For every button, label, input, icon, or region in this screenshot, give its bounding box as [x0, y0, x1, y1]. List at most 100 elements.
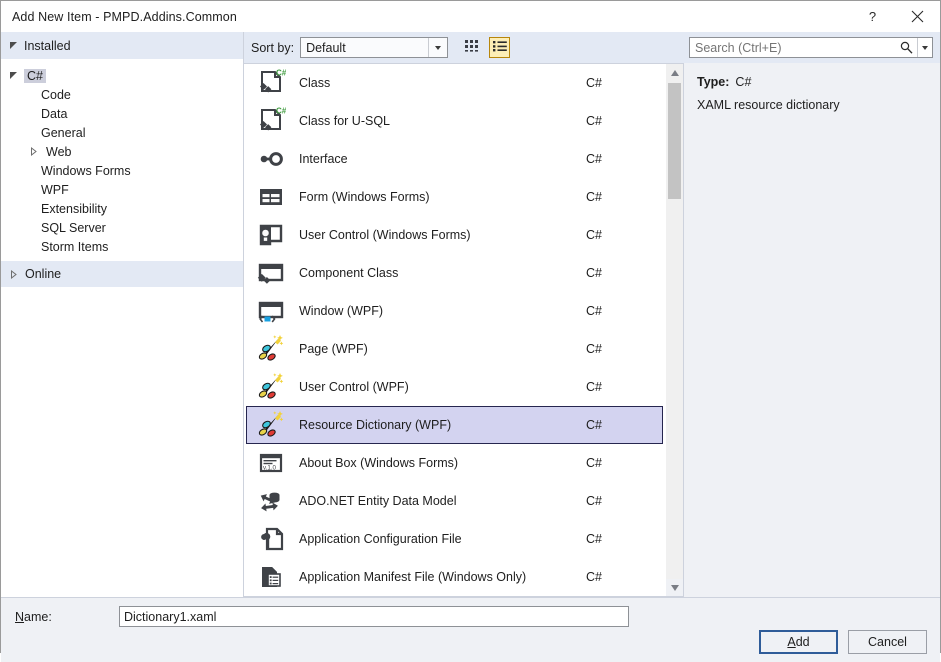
- template-list-item[interactable]: Form (Windows Forms) C#: [246, 178, 663, 216]
- add-label-accel: A: [787, 635, 796, 649]
- category-item-label: WPF: [41, 182, 69, 197]
- svg-text:C#: C#: [276, 69, 286, 78]
- category-item-windows-forms[interactable]: Windows Forms: [1, 161, 243, 180]
- chevron-down-icon[interactable]: [428, 38, 448, 57]
- dialog-body: Installed C# Code Data General Web Windows Fo…: [1, 32, 940, 597]
- templates-scrollbar[interactable]: [665, 64, 683, 596]
- category-item-web[interactable]: Web: [1, 142, 243, 161]
- template-list-item[interactable]: Application Manifest File (Windows Only)…: [246, 558, 663, 596]
- template-language: C#: [586, 570, 602, 584]
- category-item-data[interactable]: Data: [1, 104, 243, 123]
- template-name: User Control (WPF): [299, 380, 409, 394]
- chevron-right-icon[interactable]: [29, 147, 43, 156]
- online-group-wrap: Online: [1, 261, 243, 287]
- scrollbar-thumb[interactable]: [668, 83, 681, 199]
- category-item-general[interactable]: General: [1, 123, 243, 142]
- template-name: User Control (Windows Forms): [299, 228, 471, 242]
- name-label: Name:: [1, 610, 119, 624]
- wand-icon: [255, 333, 287, 365]
- template-language: C#: [586, 380, 602, 394]
- template-list-item[interactable]: Interface C#: [246, 140, 663, 178]
- help-button[interactable]: ?: [850, 1, 895, 32]
- config-file-icon: [255, 523, 287, 555]
- window-controls: ?: [850, 1, 940, 32]
- template-list-item[interactable]: User Control (Windows Forms) C#: [246, 216, 663, 254]
- search-input[interactable]: [690, 39, 895, 56]
- wand-icon: [255, 371, 287, 403]
- tile-view-button[interactable]: [462, 37, 483, 58]
- add-button[interactable]: Add: [759, 630, 838, 654]
- categories-pane: Installed C# Code Data General Web Windows Fo…: [1, 32, 244, 597]
- window-title: Add New Item - PMPD.Addins.Common: [12, 9, 237, 24]
- template-name: About Box (Windows Forms): [299, 456, 459, 470]
- template-list-item[interactable]: Component Class C#: [246, 254, 663, 292]
- category-item-label: Extensibility: [41, 201, 107, 216]
- chevron-down-icon: [9, 41, 24, 50]
- add-label-rest: dd: [795, 635, 810, 649]
- scroll-down-button[interactable]: [666, 579, 683, 596]
- list-view-icon: [492, 40, 507, 55]
- cancel-button[interactable]: Cancel: [848, 630, 927, 654]
- template-name: Class for U-SQL: [299, 114, 390, 128]
- about-box-icon: v.1.0: [255, 447, 287, 479]
- template-list-item[interactable]: v.1.0 About Box (Windows Forms) C#: [246, 444, 663, 482]
- category-item-sql-server[interactable]: SQL Server: [1, 218, 243, 237]
- name-input[interactable]: [119, 606, 629, 627]
- template-description: XAML resource dictionary: [697, 98, 840, 112]
- template-language: C#: [586, 266, 602, 280]
- template-list-item[interactable]: Window (WPF) C#: [246, 292, 663, 330]
- sort-by-value: Default: [306, 40, 346, 55]
- category-item-storm-items[interactable]: Storm Items: [1, 237, 243, 256]
- svg-text:v.1.0: v.1.0: [263, 465, 277, 472]
- scroll-up-button[interactable]: [666, 64, 683, 81]
- template-name: Class: [299, 76, 331, 90]
- form-icon: [255, 181, 287, 213]
- close-icon: [911, 10, 924, 23]
- chevron-down-icon[interactable]: [9, 71, 24, 80]
- name-label-rest: ame:: [24, 609, 52, 624]
- installed-group-header[interactable]: Installed: [1, 32, 243, 59]
- search-icon[interactable]: [895, 41, 917, 54]
- class-icon: C#: [255, 67, 287, 99]
- template-list-item[interactable]: ADO.NET Entity Data Model C#: [246, 482, 663, 520]
- template-name: ADO.NET Entity Data Model: [299, 494, 457, 508]
- template-name: Page (WPF): [299, 342, 368, 356]
- template-list-item[interactable]: Application Configuration File C#: [246, 520, 663, 558]
- template-list-item[interactable]: C# Class for U-SQL C#: [246, 102, 663, 140]
- template-list-item[interactable]: User Control (WPF) C#: [246, 368, 663, 406]
- add-new-item-dialog: Add New Item - PMPD.Addins.Common ? Inst…: [0, 0, 941, 662]
- templates-list: C# Class C# C# Class for U-SQL C# Interfac…: [244, 64, 665, 596]
- cancel-label: Cancel: [868, 635, 907, 649]
- interface-icon: [255, 143, 287, 175]
- category-item-label: SQL Server: [41, 220, 106, 235]
- close-button[interactable]: [895, 1, 940, 32]
- category-item-label: Code: [41, 87, 71, 102]
- sort-by-label: Sort by:: [251, 40, 295, 55]
- manifest-file-icon: [255, 561, 287, 593]
- search-options-chevron-icon[interactable]: [917, 38, 932, 57]
- component-icon: [255, 257, 287, 289]
- name-row: Name:: [1, 597, 940, 627]
- type-label: Type:: [697, 75, 730, 89]
- details-pane: Type: C# XAML resource dictionary: [684, 32, 940, 597]
- template-list-item[interactable]: C# Class C#: [246, 64, 663, 102]
- template-list-item[interactable]: Resource Dictionary (WPF) C#: [246, 406, 663, 444]
- category-item-extensibility[interactable]: Extensibility: [1, 199, 243, 218]
- templates-toolbar: Sort by: Default: [244, 32, 684, 63]
- dialog-footer: Name: Add Cancel: [1, 597, 940, 662]
- search-bar-area: [684, 32, 940, 63]
- category-item-c-[interactable]: C#: [1, 66, 243, 85]
- template-name: Form (Windows Forms): [299, 190, 430, 204]
- list-view-button[interactable]: [489, 37, 511, 58]
- template-name: Window (WPF): [299, 304, 384, 318]
- template-language: C#: [586, 418, 602, 432]
- category-item-wpf[interactable]: WPF: [1, 180, 243, 199]
- template-list-item[interactable]: Page (WPF) C#: [246, 330, 663, 368]
- online-group-header[interactable]: Online: [1, 261, 243, 287]
- user-control-icon: [255, 219, 287, 251]
- chevron-right-icon: [9, 269, 25, 279]
- class-icon: C#: [255, 105, 287, 137]
- category-item-code[interactable]: Code: [1, 85, 243, 104]
- name-label-accel: N: [15, 609, 25, 624]
- sort-by-dropdown[interactable]: Default: [300, 37, 449, 58]
